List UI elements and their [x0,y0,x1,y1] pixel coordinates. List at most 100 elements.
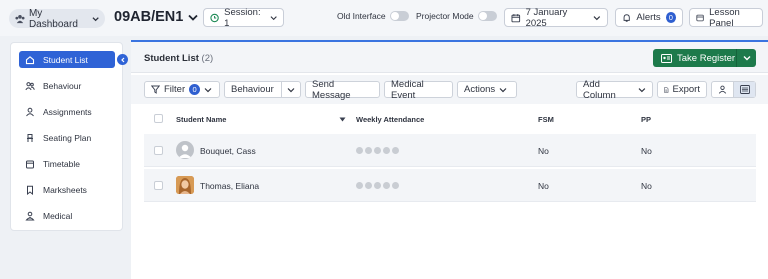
chevron-down-icon [270,15,277,20]
clock-icon [210,13,219,22]
default-avatar-icon [178,144,192,158]
top-bar: My Dashboard 09AB/EN1 Session: 1 Old Int… [0,0,768,36]
add-column-label: Add Column [583,78,616,101]
sidebar-item-seating-plan[interactable]: Seating Plan [19,129,115,146]
panel-icon [696,14,704,21]
send-message-button[interactable]: Send Message [305,78,380,101]
sidebar-item-behaviour[interactable]: Behaviour [19,77,115,94]
alerts-count-badge: 0 [665,12,676,23]
fsm-value: No [538,181,549,191]
pp-value: No [641,146,652,156]
user-icon [26,107,34,116]
behaviour-label: Behaviour [231,84,274,95]
card-view-button[interactable] [712,82,733,97]
export-label: Export [672,84,700,95]
student-name[interactable]: Bouquet, Cass [200,146,256,156]
export-button[interactable]: Export [657,81,707,98]
alerts-label: Alerts [636,12,661,23]
avatar [176,141,194,159]
sidebar: Student List Behaviour Assignments Seati… [10,42,123,231]
list-view-button[interactable] [733,82,755,97]
date-selector[interactable]: 7 January 2025 [504,6,608,29]
dashboard-label: My Dashboard [28,7,78,30]
chevron-down-icon [499,87,507,92]
student-list-panel: Student List (2) Take Register Filter 0 … [131,40,768,279]
sidebar-item-assignments[interactable]: Assignments [19,103,115,120]
filter-label: Filter [164,84,186,95]
attendance-dot [392,182,399,189]
table-header: Student Name Weekly Attendance FSM PP [144,110,756,128]
attendance-dot [374,147,381,154]
chevron-down-icon [188,14,198,21]
medical-event-label: Medical Event [391,78,424,101]
attendance-dot [356,182,363,189]
chair-icon [27,133,33,142]
chevron-down-icon [92,16,99,21]
alerts-button[interactable]: Alerts 0 [615,8,683,27]
sidebar-item-label: Marksheets [43,184,87,195]
column-header-pp[interactable]: PP [641,115,651,124]
student-name[interactable]: Thomas, Eliana [200,181,259,191]
users-icon [25,81,35,90]
lesson-panel-button[interactable]: Lesson Panel [689,7,763,29]
register-icon [661,53,672,63]
fsm-value: No [538,146,549,156]
actions-button[interactable]: Actions [457,81,517,98]
attendance-dot [365,147,372,154]
dashboard-menu-button[interactable]: My Dashboard [9,7,105,30]
column-header-student-name[interactable]: Student Name [176,115,226,124]
date-label: 7 January 2025 [525,6,568,29]
session-selector[interactable]: Session: 1 [203,6,284,29]
sidebar-item-label: Seating Plan [43,132,92,143]
actions-label: Actions [464,84,496,95]
take-register-label: Take Register [677,52,736,64]
projector-mode-toggle[interactable] [477,11,497,21]
row-checkbox[interactable] [154,181,163,190]
attendance-dot [356,147,363,154]
sidebar-item-label: Timetable [43,158,81,169]
team-icon [15,14,25,23]
sidebar-item-marksheets[interactable]: Marksheets [19,181,115,198]
add-column-button[interactable]: Add Column [576,78,653,101]
medical-icon [25,211,35,220]
calendar-icon [26,160,34,168]
send-message-label: Send Message [312,78,351,101]
filter-count-badge: 0 [189,84,201,95]
chevron-down-icon [204,87,212,92]
medical-event-button[interactable]: Medical Event [384,78,453,101]
document-icon [664,86,669,93]
old-interface-toggle[interactable] [389,11,409,21]
behaviour-button[interactable]: Behaviour [224,81,301,98]
filter-button[interactable]: Filter 0 [144,81,220,98]
behaviour-dropdown[interactable] [281,82,300,97]
select-all-checkbox[interactable] [154,114,163,123]
sidebar-item-label: Student List [43,54,88,65]
chevron-down-icon [593,15,601,20]
sidebar-item-label: Behaviour [43,80,82,91]
sidebar-item-timetable[interactable]: Timetable [19,155,115,172]
user-icon [718,85,727,94]
column-header-fsm[interactable]: FSM [538,115,554,124]
sidebar-item-medical[interactable]: Medical [19,207,115,224]
sidebar-item-label: Medical [43,210,73,221]
calendar-icon [511,13,521,22]
chevron-down-icon [638,87,646,92]
take-register-dropdown[interactable] [736,49,756,67]
table-row[interactable]: Thomas, Eliana No No [144,169,756,202]
table-row[interactable]: Bouquet, Cass No No [144,134,756,167]
filter-icon [151,85,160,94]
attendance-dot [374,182,381,189]
take-register-button-group: Take Register [653,49,756,67]
class-selector[interactable]: 09AB/EN1 [114,9,198,25]
chevron-down-icon [743,56,750,61]
projector-mode-label: Projector Mode [416,11,474,21]
take-register-button[interactable]: Take Register [653,49,736,67]
page-title-text: Student List [144,53,199,64]
avatar [176,176,194,194]
session-label: Session: 1 [224,6,261,29]
sidebar-collapse-button[interactable] [117,54,128,65]
sidebar-item-student-list[interactable]: Student List [19,51,115,68]
row-checkbox[interactable] [154,146,163,155]
sort-down-icon[interactable] [339,117,346,122]
column-header-weekly-attendance[interactable]: Weekly Attendance [356,115,424,124]
